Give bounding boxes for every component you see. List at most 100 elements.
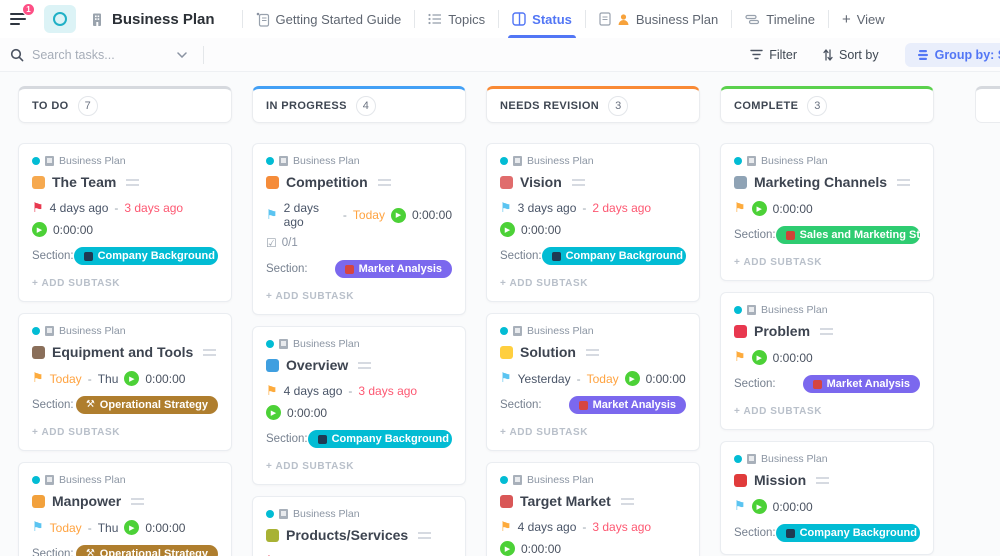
column-header[interactable]: IN PROGRESS4 [252, 86, 466, 123]
task-card[interactable]: Business PlanTarget Market⚑4 days ago-3 … [486, 462, 700, 556]
add-subtask-button[interactable]: + ADD SUBTASK [266, 461, 452, 472]
task-title-row: Mission [734, 472, 920, 488]
task-card[interactable]: Business PlanMarketing Channels⚑▶0:00:00… [720, 143, 934, 281]
priority-flag-icon[interactable]: ⚑ [266, 385, 278, 398]
building-icon [279, 509, 288, 519]
workspace-avatar[interactable] [44, 5, 76, 33]
due-date[interactable]: Today [353, 208, 385, 222]
section-pill[interactable]: Company Background [74, 247, 218, 265]
timer-play-button[interactable]: ▶ [266, 405, 281, 420]
column-partial [975, 86, 1000, 123]
section-pill[interactable]: Market Analysis [569, 396, 686, 414]
start-date[interactable]: 4 days ago [284, 384, 343, 398]
timer-play-button[interactable]: ▶ [124, 371, 139, 386]
section-pill[interactable]: Market Analysis [803, 375, 920, 393]
priority-flag-icon[interactable]: ⚑ [500, 521, 512, 534]
section-pill[interactable]: Market Analysis [335, 260, 452, 278]
checklist-row[interactable]: ☑0/1 [266, 236, 452, 250]
add-subtask-button[interactable]: + ADD SUBTASK [32, 278, 218, 289]
priority-flag-icon[interactable]: ⚑ [32, 202, 44, 215]
start-date[interactable]: 3 days ago [518, 201, 577, 215]
timer-play-button[interactable]: ▶ [32, 222, 47, 237]
start-date[interactable]: Today [50, 372, 82, 386]
priority-flag-icon[interactable]: ⚑ [500, 372, 512, 385]
section-pill[interactable]: Sales and Marketing Str... [776, 226, 920, 244]
task-card[interactable]: Business PlanProducts/Services⚑3 days ag… [252, 496, 466, 556]
column-header[interactable]: NEEDS REVISION3 [486, 86, 700, 123]
tab-business-plan-doc[interactable]: Business Plan [597, 0, 720, 38]
priority-flag-icon[interactable]: ⚑ [734, 351, 746, 364]
start-date[interactable]: 4 days ago [518, 520, 577, 534]
column-count-badge: 3 [807, 96, 827, 116]
section-pill[interactable]: ⚒Operational Strategy [76, 545, 218, 556]
list-name: Business Plan [59, 325, 126, 337]
add-subtask-button[interactable]: + ADD SUBTASK [500, 427, 686, 438]
due-date[interactable]: Thu [98, 521, 119, 535]
group-by-button[interactable]: Group by: Status [905, 43, 1000, 67]
tab-getting-started-guide[interactable]: Getting Started Guide [254, 0, 404, 38]
start-date[interactable]: 2 days ago [284, 201, 337, 229]
section-pill[interactable]: Company Background [542, 247, 686, 265]
task-emoji-icon [266, 176, 279, 189]
task-card[interactable]: Business PlanOverview⚑4 days ago-3 days … [252, 326, 466, 485]
column-header[interactable]: TO DO7 [18, 86, 232, 123]
add-view-button[interactable]: + View [840, 0, 887, 38]
priority-flag-icon[interactable]: ⚑ [32, 521, 44, 534]
column-header[interactable]: COMPLETE3 [720, 86, 934, 123]
tab-timeline[interactable]: Timeline [743, 0, 817, 38]
due-date[interactable]: Today [587, 372, 619, 386]
section-pill[interactable]: Company Background [776, 524, 920, 542]
add-subtask-button[interactable]: + ADD SUBTASK [734, 257, 920, 268]
task-card[interactable]: Business PlanCompetition⚑2 days ago-Toda… [252, 143, 466, 315]
timer-play-button[interactable]: ▶ [752, 499, 767, 514]
start-date[interactable]: 4 days ago [50, 201, 109, 215]
task-meta-row: ⚑4 days ago-3 days ago [32, 201, 218, 215]
task-card[interactable]: Business PlanProblem⚑▶0:00:00Section:Mar… [720, 292, 934, 430]
section-pill[interactable]: ⚒Operational Strategy [76, 396, 218, 414]
start-date[interactable]: Today [50, 521, 82, 535]
timer-play-button[interactable]: ▶ [625, 371, 640, 386]
sort-by-button[interactable]: Sort by [823, 48, 879, 62]
task-card[interactable]: Business PlanThe Team⚑4 days ago-3 days … [18, 143, 232, 302]
task-emoji-icon [500, 495, 513, 508]
timer-play-button[interactable]: ▶ [752, 201, 767, 216]
list-name: Business Plan [293, 155, 360, 167]
timer-play-button[interactable]: ▶ [124, 520, 139, 535]
priority-flag-icon[interactable]: ⚑ [734, 202, 746, 215]
due-date[interactable]: 3 days ago [124, 201, 183, 215]
chevron-down-icon[interactable] [177, 52, 187, 58]
due-date[interactable]: 3 days ago [592, 520, 651, 534]
task-card[interactable]: Business PlanVision⚑3 days ago-2 days ag… [486, 143, 700, 302]
description-icon [378, 179, 391, 186]
priority-flag-icon[interactable]: ⚑ [500, 202, 512, 215]
task-card[interactable]: Business PlanMission⚑▶0:00:00Section:Com… [720, 441, 934, 555]
timer-play-button[interactable]: ▶ [391, 208, 406, 223]
due-date[interactable]: 2 days ago [592, 201, 651, 215]
tab-topics[interactable]: Topics [426, 0, 487, 38]
section-pill[interactable]: Company Background [308, 430, 452, 448]
person-icon [617, 13, 630, 26]
tab-status[interactable]: Status [510, 0, 574, 38]
workspace-title-group[interactable]: Business Plan [90, 11, 215, 28]
due-date[interactable]: Thu [98, 372, 119, 386]
task-card[interactable]: Business PlanSolution⚑Yesterday-Today▶0:… [486, 313, 700, 451]
priority-flag-icon[interactable]: ⚑ [734, 500, 746, 513]
task-card[interactable]: Business PlanManpower⚑Today-Thu▶0:00:00S… [18, 462, 232, 556]
priority-flag-icon[interactable]: ⚑ [266, 209, 278, 222]
add-subtask-button[interactable]: + ADD SUBTASK [500, 278, 686, 289]
menu-icon[interactable]: 1 [10, 8, 32, 30]
filter-button[interactable]: Filter [750, 48, 797, 62]
task-card[interactable]: Business PlanEquipment and Tools⚑Today-T… [18, 313, 232, 451]
add-subtask-button[interactable]: + ADD SUBTASK [734, 406, 920, 417]
start-date[interactable]: Yesterday [518, 372, 571, 386]
add-subtask-button[interactable]: + ADD SUBTASK [32, 427, 218, 438]
priority-flag-icon[interactable]: ⚑ [32, 372, 44, 385]
timer-play-button[interactable]: ▶ [500, 541, 515, 556]
section-row: Section:Company Background [734, 524, 920, 542]
add-subtask-button[interactable]: + ADD SUBTASK [266, 291, 452, 302]
timer-play-button[interactable]: ▶ [752, 350, 767, 365]
search-input[interactable]: Search tasks... [10, 48, 115, 62]
timer-play-button[interactable]: ▶ [500, 222, 515, 237]
due-date[interactable]: 3 days ago [358, 384, 417, 398]
section-pill-label: Operational Strategy [100, 399, 208, 411]
